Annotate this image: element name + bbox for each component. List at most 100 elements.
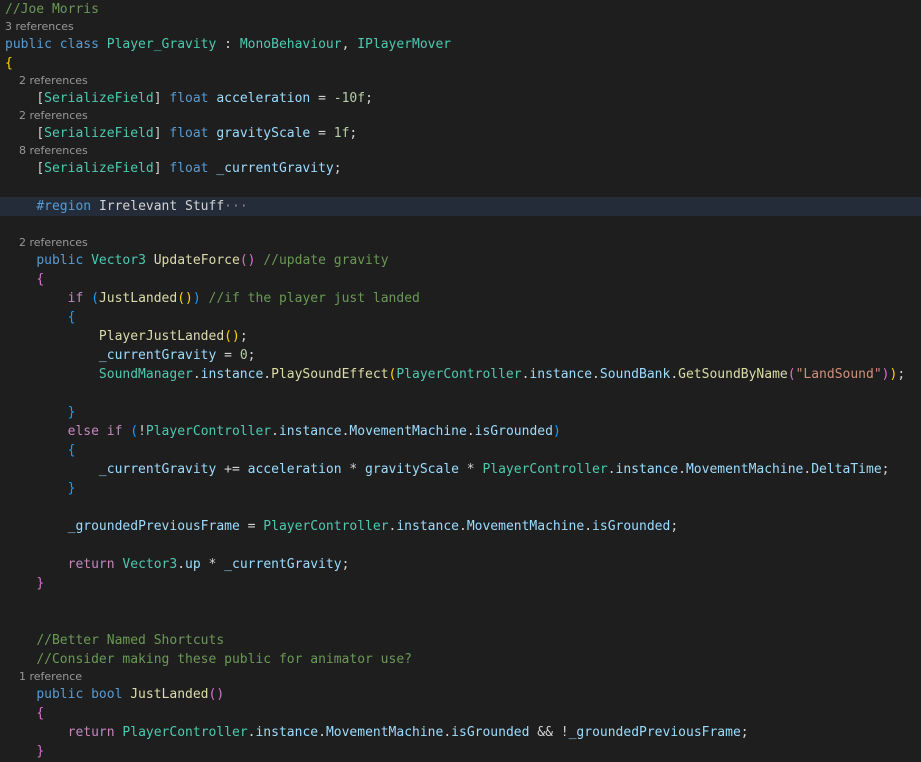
code-token: else if [67, 424, 131, 439]
code-line[interactable]: { [0, 704, 921, 723]
code-token: { [5, 56, 13, 71]
code-token: . [466, 424, 475, 439]
code-token: { [36, 706, 45, 721]
code-token: . [592, 367, 600, 382]
code-line[interactable]: { [0, 54, 921, 73]
code-token: JustLanded [130, 687, 209, 702]
code-line[interactable]: public class Player_Gravity : MonoBehavi… [0, 35, 921, 54]
code-token: = [239, 519, 264, 534]
code-token: Vector3 [91, 253, 146, 268]
code-token: DeltaTime [811, 462, 882, 477]
code-token: instance [529, 367, 593, 382]
code-token: ; [349, 126, 358, 141]
code-token: //Better Named Shortcuts [36, 633, 225, 648]
code-token: = [310, 91, 334, 106]
code-line[interactable]: [SerializeField] float gravityScale = 1f… [0, 124, 921, 143]
code-line[interactable]: { [0, 270, 921, 289]
code-token: acceleration [247, 462, 342, 477]
code-line[interactable]: return PlayerController.instance.Movemen… [0, 723, 921, 742]
code-token: MovementMachine [466, 519, 585, 534]
code-line[interactable]: public Vector3 UpdateForce() //update gr… [0, 251, 921, 270]
code-token: SoundBank [599, 367, 671, 382]
code-token: ; [239, 329, 248, 344]
code-token: . [607, 462, 616, 477]
code-token: public bool [36, 687, 131, 702]
codelens-references[interactable]: 2 references [5, 74, 88, 88]
code-line[interactable]: //Better Named Shortcuts [0, 631, 921, 650]
code-line[interactable]: if (JustLanded()) //if the player just l… [0, 289, 921, 308]
code-line[interactable]: return Vector3.up * _currentGravity; [0, 555, 921, 574]
code-line[interactable]: } [0, 403, 921, 422]
code-token: } [36, 576, 45, 591]
code-token: , [341, 37, 358, 52]
code-token: { [36, 272, 45, 287]
code-token: SoundManager [98, 367, 193, 382]
code-line[interactable]: public bool JustLanded() [0, 685, 921, 704]
code-editor[interactable]: //Joe Morris 3 references public class Pla… [0, 0, 921, 762]
code-token: 1f [333, 126, 350, 141]
code-line[interactable]: //Joe Morris [0, 0, 921, 19]
code-token: _currentGravity [98, 348, 217, 363]
code-token: ··· [224, 199, 248, 214]
code-token: () [239, 253, 256, 268]
code-token: isGrounded [474, 424, 553, 439]
code-line[interactable]: #region Irrelevant Stuff··· [0, 197, 921, 216]
code-line[interactable]: _currentGravity = 0; [0, 346, 921, 365]
code-token: PlaySoundEffect [271, 367, 389, 382]
code-token: PlayerController [482, 462, 608, 477]
code-token: . [584, 519, 593, 534]
code-token: } [36, 744, 45, 759]
code-line[interactable]: _groundedPreviousFrame = PlayerControlle… [0, 517, 921, 536]
code-token: . [271, 424, 279, 439]
codelens-references[interactable]: 2 references [5, 236, 88, 250]
code-token: ! [138, 424, 146, 439]
code-token: . [458, 519, 467, 534]
codelens-references[interactable]: 3 references [5, 20, 74, 34]
code-token: . [177, 557, 186, 572]
code-token: isGrounded [451, 725, 530, 740]
code-token: } [67, 405, 76, 420]
code-line[interactable]: _currentGravity += acceleration * gravit… [0, 460, 921, 479]
code-line[interactable]: } [0, 479, 921, 498]
code-token: . [678, 462, 686, 477]
code-token: () [177, 291, 193, 306]
code-token: [ [36, 161, 45, 176]
code-token: += [216, 462, 248, 477]
code-line[interactable]: //Consider making these public for anima… [0, 650, 921, 669]
code-line[interactable]: { [0, 441, 921, 460]
code-token: IPlayerMover [357, 37, 452, 52]
code-token: : [216, 37, 240, 52]
code-line[interactable]: } [0, 574, 921, 593]
code-token: . [192, 367, 201, 382]
code-token: _currentGravity [98, 462, 217, 477]
code-line[interactable]: [SerializeField] float _currentGravity; [0, 159, 921, 178]
code-token: . [263, 367, 272, 382]
codelens-references[interactable]: 2 references [5, 109, 88, 123]
code-line[interactable]: SoundManager.instance.PlaySoundEffect(Pl… [0, 365, 921, 384]
code-line[interactable]: } [0, 742, 921, 761]
code-line[interactable]: [SerializeField] float acceleration = -1… [0, 89, 921, 108]
code-line[interactable]: PlayerJustLanded(); [0, 327, 921, 346]
code-line[interactable]: else if (!PlayerController.instance.Move… [0, 422, 921, 441]
code-token: PlayerJustLanded [98, 329, 225, 344]
codelens-references[interactable]: 1 reference [5, 670, 82, 684]
code-line[interactable]: { [0, 308, 921, 327]
code-token: ; [670, 519, 679, 534]
codelens-references[interactable]: 8 references [5, 144, 88, 158]
code-token: PlayerController [122, 725, 248, 740]
code-token: { [67, 310, 76, 325]
code-token: //Joe Morris [5, 2, 99, 17]
